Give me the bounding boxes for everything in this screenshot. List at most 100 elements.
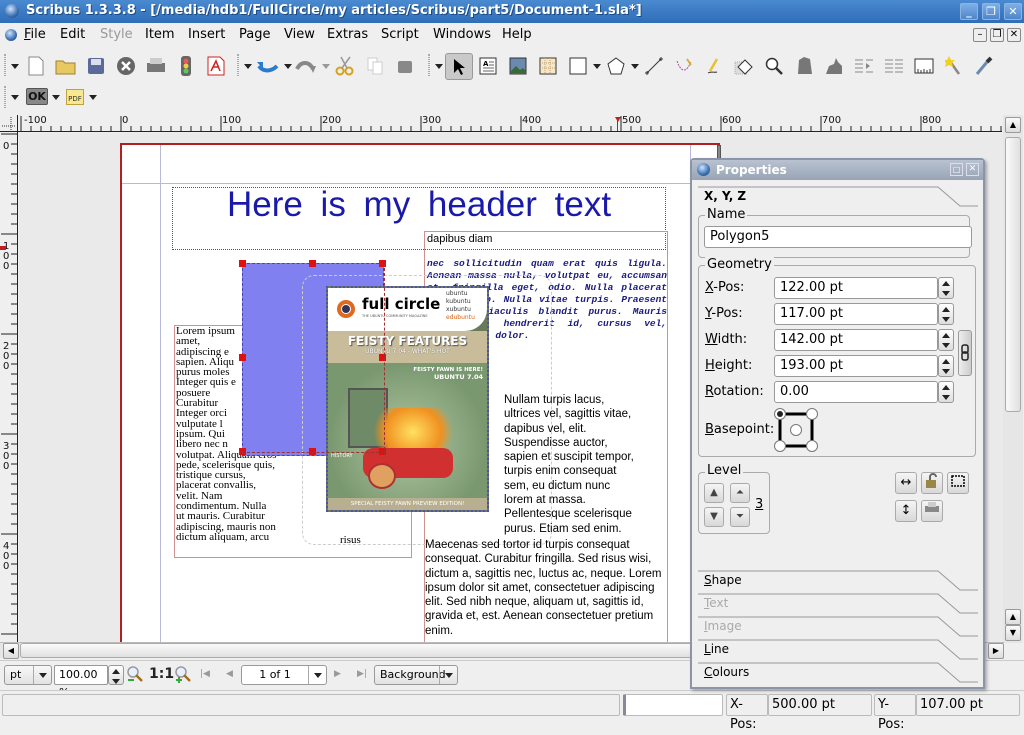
toolbar-menu-arrow[interactable] bbox=[11, 64, 19, 69]
minimize-button[interactable]: _ bbox=[960, 3, 978, 20]
xpos-input[interactable]: 122.00 pt bbox=[774, 277, 938, 299]
polygon-dropdown-arrow[interactable] bbox=[631, 64, 639, 69]
lock-size-icon[interactable] bbox=[947, 472, 969, 494]
scroll-left-button[interactable]: ◀ bbox=[3, 643, 19, 659]
vertical-ruler[interactable]: 0 100 200 300 400 bbox=[0, 132, 18, 642]
export-pdf-icon[interactable] bbox=[204, 54, 228, 78]
text-frame-icon[interactable]: A bbox=[476, 54, 500, 78]
menu-windows[interactable]: Windows bbox=[433, 27, 491, 42]
menu-script[interactable]: Script bbox=[381, 27, 419, 42]
menu-style[interactable]: Style bbox=[100, 27, 133, 42]
basepoint-bottom-left[interactable] bbox=[774, 440, 786, 452]
menu-view[interactable]: View bbox=[284, 27, 315, 42]
redo-dropdown-arrow[interactable] bbox=[322, 64, 330, 69]
tab-xyz[interactable]: X, Y, Z bbox=[698, 186, 978, 208]
resize-handle[interactable] bbox=[239, 260, 246, 267]
unlink-text-frames-icon[interactable] bbox=[882, 54, 906, 78]
toolbar-grip[interactable] bbox=[428, 54, 430, 76]
lower-level-button[interactable]: ▼ bbox=[704, 507, 724, 527]
mdi-close-button[interactable]: ✕ bbox=[1007, 28, 1021, 42]
scroll-right-button[interactable]: ▶ bbox=[988, 643, 1004, 659]
undo-icon[interactable] bbox=[256, 54, 280, 78]
freehand-line-icon[interactable] bbox=[702, 54, 726, 78]
zoom-input[interactable]: 100.00 % bbox=[54, 665, 108, 699]
flip-horizontal-icon[interactable]: ↔ bbox=[895, 472, 917, 494]
keep-ratio-chain-icon[interactable] bbox=[958, 330, 972, 376]
toolbar-menu-arrow[interactable] bbox=[435, 64, 443, 69]
pdf-dropdown-arrow[interactable] bbox=[89, 95, 97, 100]
edit-text-icon[interactable] bbox=[822, 54, 846, 78]
palette-close-button[interactable]: ✕ bbox=[966, 163, 979, 176]
basepoint-selector[interactable] bbox=[772, 406, 822, 452]
paste-icon[interactable] bbox=[393, 54, 417, 78]
menu-page[interactable]: Page bbox=[239, 27, 270, 42]
last-page-button[interactable]: ▶| bbox=[357, 669, 367, 679]
polygon-icon[interactable] bbox=[604, 54, 628, 78]
save-icon[interactable] bbox=[84, 54, 108, 78]
document-page[interactable]: Here is my header text dapibus diam nec … bbox=[120, 143, 722, 642]
printing-enabled-icon[interactable] bbox=[921, 500, 943, 522]
next-page-button[interactable]: ▶ bbox=[334, 669, 341, 679]
horizontal-ruler[interactable]: -100 0 100 200 300 400 500 600 700 800 bbox=[18, 115, 1002, 132]
mdi-minimize-button[interactable]: – bbox=[973, 28, 987, 42]
page-select[interactable]: 1 of 1 bbox=[241, 665, 327, 685]
raise-level-button[interactable]: ▲ bbox=[704, 483, 724, 503]
eyedropper-icon[interactable] bbox=[972, 54, 996, 78]
copy-properties-icon[interactable] bbox=[942, 54, 966, 78]
menu-insert[interactable]: Insert bbox=[188, 27, 225, 42]
menu-edit[interactable]: Edit bbox=[60, 27, 85, 42]
resize-handle[interactable] bbox=[239, 354, 246, 361]
new-document-icon[interactable] bbox=[24, 54, 48, 78]
zoom-spinner[interactable] bbox=[108, 665, 124, 685]
vertical-scroll-thumb[interactable] bbox=[1005, 137, 1021, 412]
undo-dropdown-arrow[interactable] bbox=[284, 64, 292, 69]
basepoint-bottom-right[interactable] bbox=[806, 440, 818, 452]
tab-line[interactable]: Line bbox=[698, 639, 978, 661]
previous-page-button[interactable]: ◀ bbox=[226, 669, 233, 679]
menu-help[interactable]: Help bbox=[502, 27, 532, 42]
xpos-spinner[interactable] bbox=[938, 277, 954, 299]
rotation-spinner[interactable] bbox=[938, 381, 954, 403]
menu-item[interactable]: Item bbox=[145, 27, 175, 42]
send-to-back-button[interactable]: ⏷ bbox=[730, 507, 750, 527]
name-input[interactable]: Polygon5 bbox=[704, 226, 972, 248]
scroll-up-button[interactable]: ▲ bbox=[1005, 609, 1021, 625]
toolbar-grip[interactable] bbox=[237, 54, 239, 76]
cut-icon[interactable] bbox=[333, 54, 357, 78]
image-frame-icon[interactable] bbox=[506, 54, 530, 78]
restore-button[interactable]: ❐ bbox=[982, 3, 1000, 20]
resize-handle[interactable] bbox=[309, 260, 316, 267]
zoom-icon[interactable] bbox=[762, 54, 786, 78]
measurements-icon[interactable] bbox=[912, 54, 936, 78]
menu-file[interactable]: File bbox=[24, 27, 46, 42]
toolbar-grip[interactable] bbox=[4, 54, 6, 76]
copy-icon[interactable] bbox=[363, 54, 387, 78]
height-spinner[interactable] bbox=[938, 355, 954, 377]
scroll-up-button[interactable]: ▲ bbox=[1005, 117, 1021, 133]
edit-contents-icon[interactable] bbox=[792, 54, 816, 78]
palette-float-button[interactable]: □ bbox=[950, 163, 963, 176]
basepoint-center[interactable] bbox=[790, 424, 802, 436]
tab-text[interactable]: Text bbox=[698, 593, 978, 615]
toolbar-grip[interactable] bbox=[4, 86, 6, 108]
rotate-item-icon[interactable] bbox=[732, 54, 756, 78]
toolbar-menu-arrow[interactable] bbox=[244, 64, 252, 69]
ypos-spinner[interactable] bbox=[938, 303, 954, 325]
rotation-input[interactable]: 0.00 bbox=[774, 381, 938, 403]
tab-image[interactable]: Image bbox=[698, 616, 978, 638]
mdi-restore-button[interactable]: ❐ bbox=[990, 28, 1004, 42]
preflight-verifier-icon[interactable] bbox=[174, 54, 198, 78]
bezier-curve-icon[interactable] bbox=[672, 54, 696, 78]
close-document-icon[interactable] bbox=[114, 54, 138, 78]
tab-colours[interactable]: Colours bbox=[698, 662, 978, 684]
ruler-origin-handle[interactable] bbox=[0, 115, 18, 132]
width-input[interactable]: 142.00 pt bbox=[774, 329, 938, 351]
width-spinner[interactable] bbox=[938, 329, 954, 351]
zoom-actual-size-button[interactable]: 1:1 bbox=[149, 666, 174, 682]
zoom-in-icon[interactable] bbox=[174, 665, 192, 688]
vertical-scrollbar[interactable]: ▲ ▲ ▼ bbox=[1003, 115, 1023, 643]
magazine-cover-image[interactable]: full circle THE UBUNTU COMMUNITY MAGAZIN… bbox=[326, 286, 489, 512]
print-icon[interactable] bbox=[144, 54, 168, 78]
zoom-out-icon[interactable] bbox=[126, 665, 144, 688]
redo-icon[interactable] bbox=[294, 54, 318, 78]
